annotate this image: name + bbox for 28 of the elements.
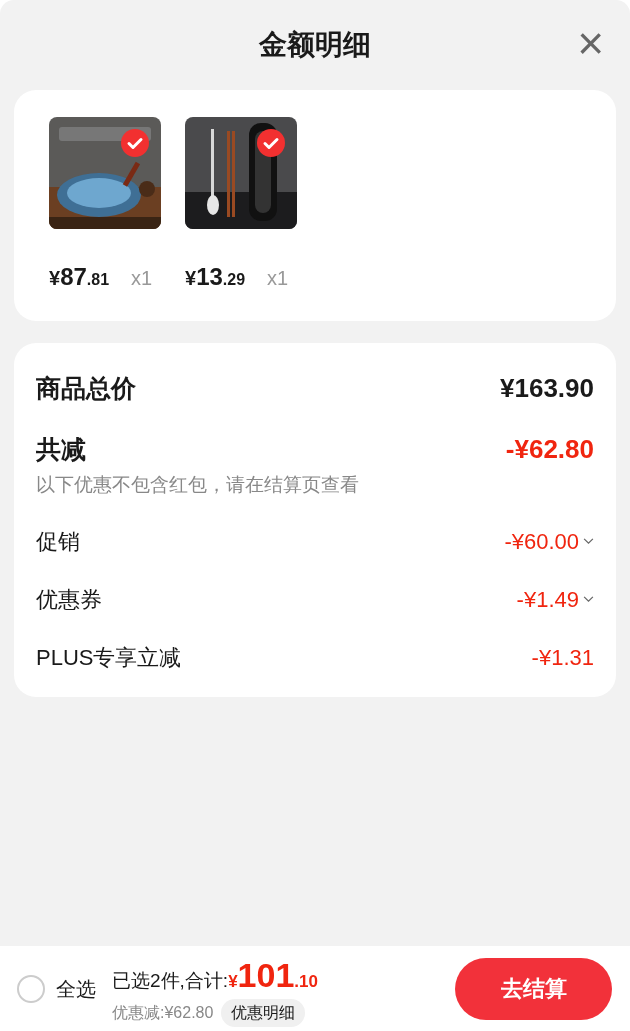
discount-note: 以下优惠不包含红包，请在结算页查看: [36, 473, 360, 497]
close-button[interactable]: ×: [577, 20, 604, 66]
product-quantity: x1: [267, 266, 289, 291]
chevron-down-icon[interactable]: [583, 595, 594, 603]
product-price: ¥87.81: [49, 262, 110, 292]
chevron-down-icon[interactable]: [583, 537, 594, 545]
check-icon[interactable]: [257, 129, 285, 157]
discount-item-value: -¥1.31: [531, 643, 594, 672]
selected-count: 已选2件,合计:: [112, 969, 229, 993]
total-value: ¥163.90: [500, 372, 594, 405]
check-icon[interactable]: [121, 129, 149, 157]
dialog-title: 金额明细: [259, 28, 371, 62]
saved-amount: 优惠减:¥62.80: [112, 1003, 214, 1023]
checkout-button[interactable]: 去结算: [455, 957, 612, 1020]
product-quantity: x1: [131, 266, 153, 291]
select-all-label: 全选: [56, 976, 96, 1002]
discount-value: -¥62.80: [505, 433, 594, 466]
total-amount: ¥101.10: [228, 955, 318, 996]
discount-item-value: -¥60.00: [504, 527, 579, 556]
discount-detail-button[interactable]: 优惠明细: [221, 999, 306, 1027]
discount-label: 共减: [36, 433, 86, 465]
discount-item-label: PLUS专享立减: [36, 643, 182, 672]
discount-item-value: -¥1.49: [516, 585, 579, 614]
discount-item-label: 优惠券: [36, 585, 102, 614]
select-all-checkbox[interactable]: [17, 974, 45, 1003]
total-label: 商品总价: [36, 372, 136, 404]
discount-item-label: 促销: [36, 527, 80, 556]
product-price: ¥13.29: [185, 262, 246, 292]
